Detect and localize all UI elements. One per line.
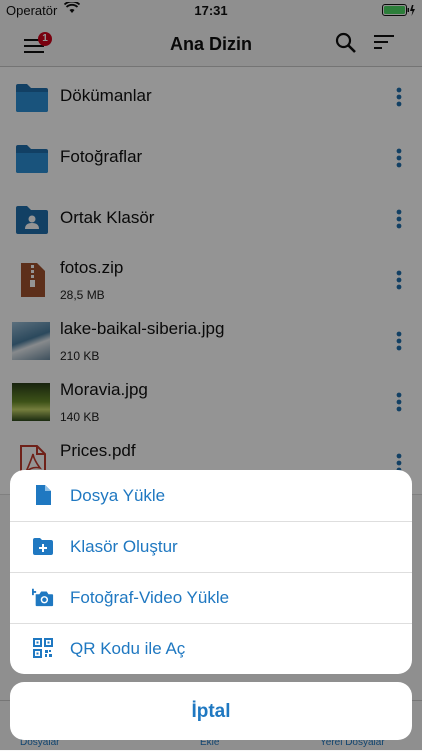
- action-sheet: Dosya Yükle Klasör Oluştur Fotoğraf-Vide…: [10, 470, 412, 674]
- sheet-item-label: Dosya Yükle: [70, 486, 166, 505]
- cancel-label: İptal: [191, 701, 231, 722]
- camera-plus-icon: [32, 588, 54, 607]
- cancel-button[interactable]: İptal: [10, 682, 412, 740]
- open-qr-code-button[interactable]: QR Kodu ile Aç: [10, 623, 412, 674]
- sheet-item-label: Fotoğraf-Video Yükle: [70, 588, 230, 607]
- upload-photo-video-button[interactable]: Fotoğraf-Video Yükle: [10, 572, 412, 624]
- create-folder-button[interactable]: Klasör Oluştur: [10, 521, 412, 573]
- folder-plus-icon: [33, 538, 53, 555]
- upload-file-button[interactable]: Dosya Yükle: [10, 470, 412, 522]
- qr-code-icon: [33, 638, 53, 658]
- file-icon: [36, 485, 51, 505]
- sheet-item-label: QR Kodu ile Aç: [70, 639, 186, 658]
- sheet-item-label: Klasör Oluştur: [70, 537, 178, 556]
